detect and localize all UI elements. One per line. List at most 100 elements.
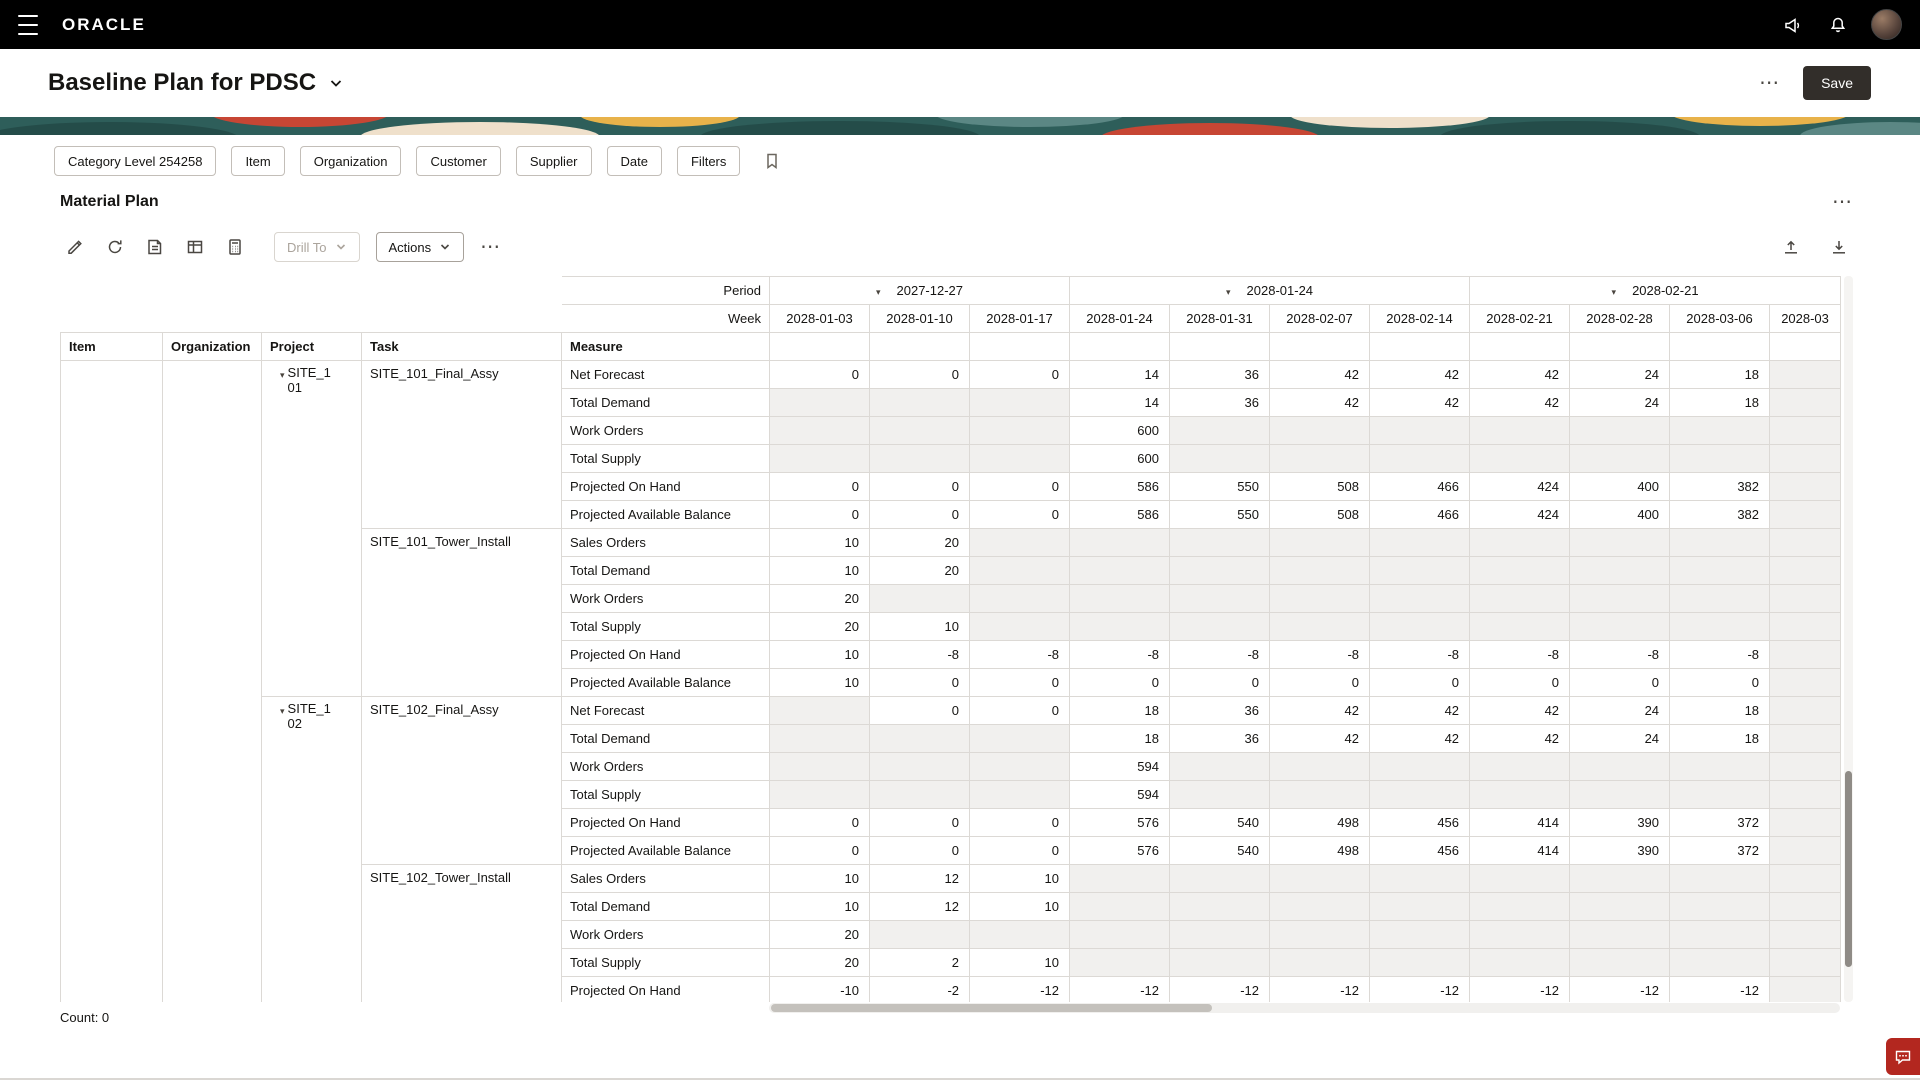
value-cell[interactable]: -8 [1170,641,1270,669]
value-cell[interactable]: 10 [770,529,870,557]
value-cell[interactable] [870,781,970,809]
value-cell[interactable]: 42 [1370,361,1470,389]
value-cell[interactable]: 20 [770,613,870,641]
value-cell[interactable] [1770,501,1841,529]
value-cell[interactable]: 10 [870,613,970,641]
value-cell[interactable]: 390 [1570,809,1670,837]
value-cell[interactable] [1070,585,1170,613]
value-cell[interactable] [1770,809,1841,837]
download-icon[interactable] [1824,232,1854,262]
actions-button[interactable]: Actions [376,232,465,262]
value-cell[interactable] [1470,529,1570,557]
value-cell[interactable] [1570,557,1670,585]
value-cell[interactable]: 20 [770,949,870,977]
filter-chip[interactable]: Category Level 254258 [54,146,216,176]
value-cell[interactable] [1670,753,1770,781]
value-cell[interactable] [1670,921,1770,949]
value-cell[interactable]: 10 [970,893,1070,921]
value-cell[interactable] [1270,781,1370,809]
value-cell[interactable] [1770,361,1841,389]
value-cell[interactable] [970,389,1070,417]
value-cell[interactable]: 508 [1270,501,1370,529]
drill-to-button[interactable]: Drill To [274,232,360,262]
value-cell[interactable] [1270,417,1370,445]
value-cell[interactable]: 18 [1670,725,1770,753]
value-cell[interactable] [1570,445,1670,473]
value-cell[interactable]: 0 [870,473,970,501]
value-cell[interactable] [1470,445,1570,473]
value-cell[interactable] [1770,641,1841,669]
value-cell[interactable] [1370,445,1470,473]
chat-widget-button[interactable] [1886,1038,1920,1075]
value-cell[interactable]: 424 [1470,501,1570,529]
value-cell[interactable] [1670,417,1770,445]
value-cell[interactable]: 0 [870,697,970,725]
value-cell[interactable] [870,753,970,781]
notifications-bell-icon[interactable] [1825,12,1851,38]
value-cell[interactable]: 14 [1070,389,1170,417]
value-cell[interactable]: 42 [1370,697,1470,725]
value-cell[interactable]: 10 [770,865,870,893]
value-cell[interactable]: 0 [970,837,1070,865]
value-cell[interactable]: -12 [1170,977,1270,1003]
value-cell[interactable] [1470,753,1570,781]
value-cell[interactable]: 42 [1470,361,1570,389]
value-cell[interactable] [1370,753,1470,781]
value-cell[interactable]: -8 [1570,641,1670,669]
value-cell[interactable] [1370,893,1470,921]
value-cell[interactable] [1770,725,1841,753]
value-cell[interactable] [1370,529,1470,557]
value-cell[interactable]: 0 [1070,669,1170,697]
value-cell[interactable]: 42 [1270,389,1370,417]
value-cell[interactable]: 42 [1370,389,1470,417]
value-cell[interactable] [1370,613,1470,641]
value-cell[interactable] [1170,445,1270,473]
value-cell[interactable] [870,417,970,445]
project-collapse-icon[interactable]: ▾ [280,706,285,717]
value-cell[interactable]: -8 [1470,641,1570,669]
value-cell[interactable] [1470,585,1570,613]
value-cell[interactable]: 576 [1070,809,1170,837]
value-cell[interactable]: 550 [1170,473,1270,501]
note-icon[interactable] [140,232,170,262]
horizontal-scrollbar-thumb[interactable] [771,1004,1212,1012]
value-cell[interactable]: 0 [1470,669,1570,697]
value-cell[interactable] [1070,921,1170,949]
value-cell[interactable]: 586 [1070,501,1170,529]
value-cell[interactable]: 36 [1170,725,1270,753]
value-cell[interactable]: 594 [1070,753,1170,781]
user-avatar[interactable] [1871,9,1902,40]
value-cell[interactable] [1170,529,1270,557]
value-cell[interactable]: -8 [870,641,970,669]
value-cell[interactable] [1070,893,1170,921]
value-cell[interactable] [970,753,1070,781]
value-cell[interactable] [1570,585,1670,613]
value-cell[interactable]: 18 [1670,361,1770,389]
value-cell[interactable] [1170,417,1270,445]
value-cell[interactable] [1470,949,1570,977]
value-cell[interactable]: 540 [1170,809,1270,837]
value-cell[interactable] [1170,585,1270,613]
value-cell[interactable]: 42 [1370,725,1470,753]
value-cell[interactable]: 36 [1170,697,1270,725]
value-cell[interactable] [1270,921,1370,949]
value-cell[interactable] [1670,865,1770,893]
value-cell[interactable]: 382 [1670,473,1770,501]
value-cell[interactable] [770,725,870,753]
value-cell[interactable] [1370,921,1470,949]
value-cell[interactable] [1470,781,1570,809]
value-cell[interactable] [1170,949,1270,977]
filter-chip[interactable]: Date [607,146,662,176]
value-cell[interactable] [970,613,1070,641]
value-cell[interactable]: 10 [770,893,870,921]
value-cell[interactable]: -12 [1070,977,1170,1003]
value-cell[interactable]: 0 [970,669,1070,697]
value-cell[interactable]: 18 [1670,389,1770,417]
value-cell[interactable] [970,557,1070,585]
value-cell[interactable] [1470,893,1570,921]
value-cell[interactable] [970,445,1070,473]
value-cell[interactable] [970,585,1070,613]
value-cell[interactable] [1470,417,1570,445]
value-cell[interactable] [1770,613,1841,641]
value-cell[interactable] [1670,613,1770,641]
